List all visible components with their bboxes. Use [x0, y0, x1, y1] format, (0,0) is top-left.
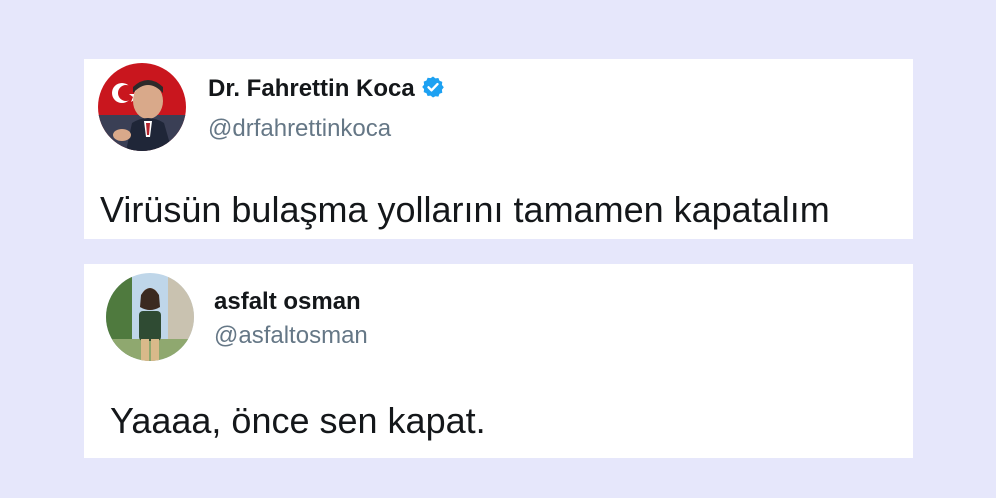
tweet-text: Yaaaa, önce sen kapat. [110, 400, 486, 441]
tweet-text: Virüsün bulaşma yollarını tamamen kapata… [100, 189, 830, 230]
author-name-text[interactable]: Dr. Fahrettin Koca [208, 75, 415, 102]
tweet-card[interactable]: Dr. Fahrettin Koca @drfahrettinkoca Virü… [84, 59, 913, 239]
verified-badge-icon [421, 76, 444, 98]
avatar[interactable] [98, 63, 186, 151]
author-handle[interactable]: @asfaltosman [214, 322, 368, 350]
author-handle[interactable]: @drfahrettinkoca [208, 115, 391, 143]
tweet-card[interactable]: asfalt osman @asfaltosman Yaaaa, önce se… [84, 264, 913, 458]
avatar[interactable] [106, 273, 194, 361]
author-name[interactable]: asfalt osman [214, 288, 361, 316]
author-name[interactable]: Dr. Fahrettin Koca [208, 75, 445, 103]
